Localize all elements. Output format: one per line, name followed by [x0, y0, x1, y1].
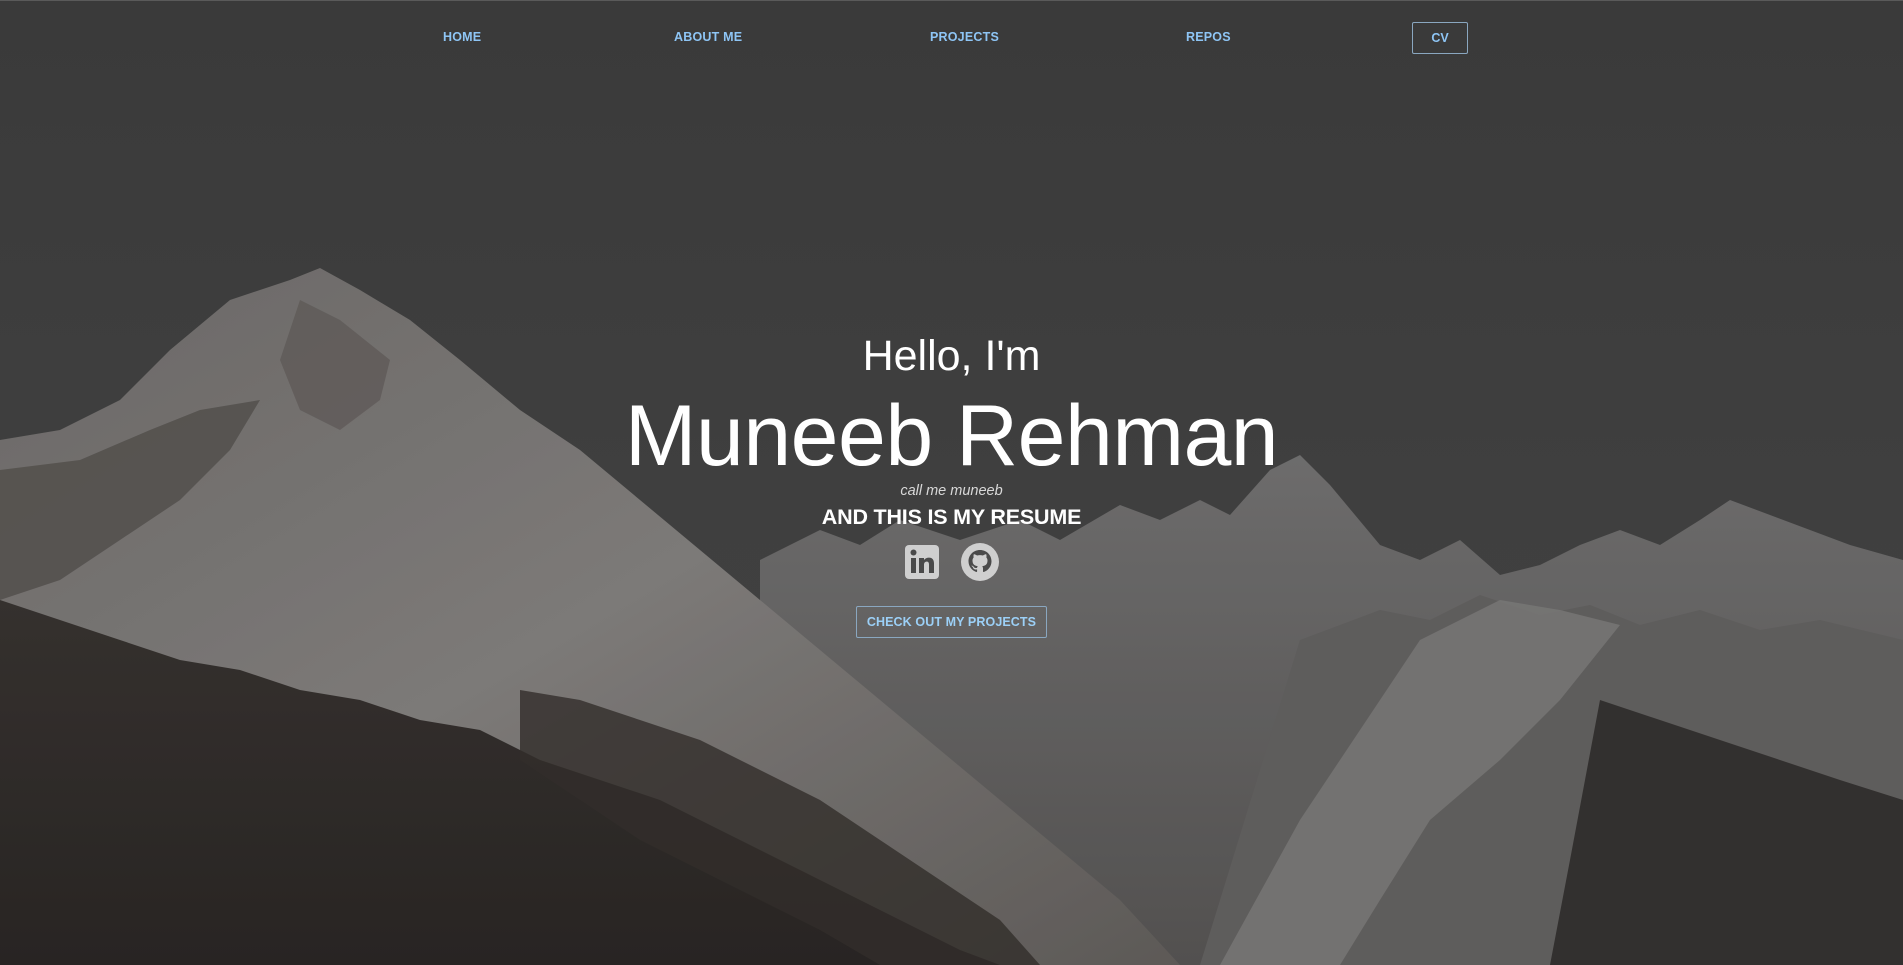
nav-about-link[interactable]: ABOUT ME: [674, 30, 742, 44]
cv-button[interactable]: CV: [1412, 22, 1468, 54]
greeting-text: Hello, I'm: [862, 332, 1041, 380]
top-nav: HOME ABOUT ME PROJECTS REPOS CV: [0, 0, 1903, 78]
tagline-text: AND THIS IS MY RESUME: [821, 505, 1082, 529]
social-links: [903, 541, 1003, 585]
nickname-text: call me muneeb: [900, 483, 1003, 499]
projects-cta-button[interactable]: CHECK OUT MY PROJECTS: [856, 606, 1047, 638]
name-heading: Muneeb Rehman: [624, 388, 1279, 484]
github-icon[interactable]: [960, 541, 1000, 583]
nav-repos-link[interactable]: REPOS: [1186, 30, 1231, 44]
linkedin-icon[interactable]: [903, 541, 943, 583]
nav-home-link[interactable]: HOME: [443, 30, 481, 44]
nav-projects-link[interactable]: PROJECTS: [930, 30, 999, 44]
